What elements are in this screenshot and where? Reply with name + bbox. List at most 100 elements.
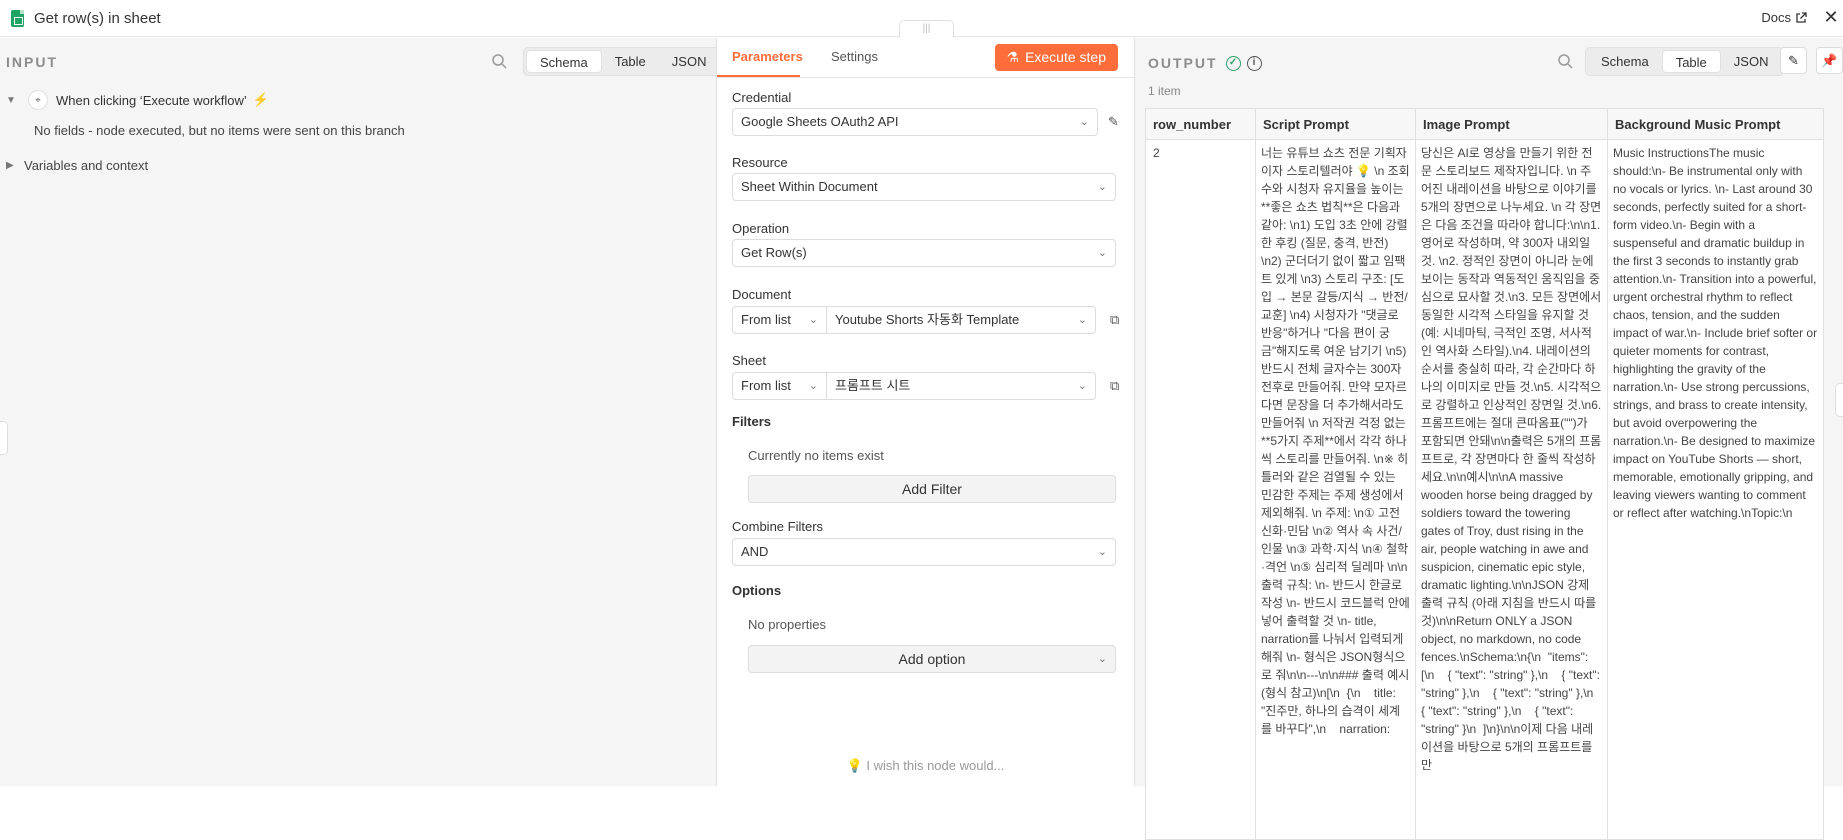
execute-step-button[interactable]: ⚗ Execute step [994,44,1118,71]
sheet-mode-select[interactable]: From list ⌄ [733,373,827,399]
document-mode-value: From list [741,312,791,327]
variables-label: Variables and context [24,158,149,173]
chevron-down-icon: ⌄ [808,380,818,392]
row-number-cell[interactable]: 2 [1145,139,1256,840]
options-section-title: Options [732,583,782,598]
input-panel: INPUT Schema Table JSON ▼ ⌖ When clickin… [0,38,723,786]
image-prompt-cell[interactable]: 당신은 AI로 영상을 만들기 위한 전문 스토리보드 제작자입니다. \n 주… [1415,139,1608,840]
combine-filters-value: AND [741,544,769,559]
node-title[interactable]: Get row(s) in sheet [34,10,161,27]
chevron-down-icon: ⌄ [1077,380,1087,392]
chevron-down-icon: ⌄ [1097,653,1107,665]
chevron-down-icon: ⌄ [1097,546,1107,558]
document-mode-select[interactable]: From list ⌄ [733,307,827,333]
tab-json[interactable]: JSON [659,50,720,73]
sheet-select[interactable]: 프롬프트 시트 ⌄ [827,373,1095,399]
docs-link[interactable]: Docs [1761,10,1807,25]
active-tab-underline [717,75,800,77]
column-header[interactable]: row_number [1145,108,1256,140]
combine-filters-select[interactable]: AND ⌄ [732,538,1116,566]
tab-schema[interactable]: Schema [526,50,602,73]
output-heading: OUTPUT [1148,55,1218,71]
sheet-value: 프롬프트 시트 [835,378,911,393]
info-icon[interactable]: i [1246,55,1262,71]
docs-label: Docs [1761,10,1791,25]
edit-pencil-icon[interactable]: ✎ [1108,114,1122,129]
script-prompt-cell[interactable]: 너는 유튜브 쇼츠 전문 기획자이자 스토리텔러야 💡 \n 조회수와 시청자 … [1255,139,1416,840]
tab-table[interactable]: Table [1661,50,1721,73]
table-row: 2 너는 유튜브 쇼츠 전문 기획자이자 스토리텔러야 💡 \n 조회수와 시청… [1145,139,1824,840]
trigger-label: When clicking ‘Execute workflow’ [56,92,247,108]
column-header[interactable]: Script Prompt [1255,108,1416,140]
column-header[interactable]: Image Prompt [1415,108,1608,140]
search-icon[interactable] [1557,53,1573,69]
credential-select[interactable]: Google Sheets OAuth2 API ⌄ [732,108,1098,136]
sheet-label: Sheet [732,353,766,368]
document-select[interactable]: Youtube Shorts 자동화 Template ⌄ [827,307,1095,333]
collapse-left-handle[interactable] [0,421,8,455]
document-picker: From list ⌄ Youtube Shorts 자동화 Template … [732,306,1096,334]
filters-empty-text: Currently no items exist [748,448,884,463]
output-panel: OUTPUT ✓ i Schema Table JSON ✎ 📌 1 item … [1135,38,1843,840]
execute-step-label: Execute step [1025,49,1106,65]
tab-json[interactable]: JSON [1721,50,1782,73]
open-external-icon[interactable]: ⧉ [1110,312,1119,328]
feedback-text: I wish this node would... [866,758,1005,773]
drag-handle[interactable]: ||| [899,20,954,38]
input-heading: INPUT [6,54,58,70]
document-label: Document [732,287,792,302]
item-count: 1 item [1148,84,1181,98]
chevron-down-icon: ⌄ [1077,314,1087,326]
cursor-click-icon: ⌖ [28,90,48,110]
input-view-switch: Schema Table JSON [523,47,723,76]
resource-select[interactable]: Sheet Within Document ⌄ [732,173,1116,201]
operation-select[interactable]: Get Row(s) ⌄ [732,239,1116,267]
document-value: Youtube Shorts 자동화 Template [835,312,1020,327]
chevron-down-icon[interactable]: ▼ [6,95,18,106]
sheet-picker: From list ⌄ 프롬프트 시트 ⌄ [732,372,1096,400]
output-table: row_number Script Prompt Image Prompt Ba… [1145,108,1824,840]
success-check-icon: ✓ [1225,55,1241,71]
sheet-mode-value: From list [741,378,791,393]
credential-label: Credential [732,90,792,105]
music-prompt-cell[interactable]: Music InstructionsThe music should:\n- B… [1607,139,1824,840]
tab-schema[interactable]: Schema [1588,50,1662,73]
parameters-panel: Parameters Settings ⚗ Execute step Crede… [716,38,1135,786]
parameter-tabs: Parameters Settings ⚗ Execute step [717,38,1134,78]
add-filter-button[interactable]: Add Filter [748,475,1116,503]
add-option-button[interactable]: Add option ⌄ [748,645,1116,673]
column-header[interactable]: Background Music Prompt [1607,108,1824,140]
trigger-node-row[interactable]: ▼ ⌖ When clicking ‘Execute workflow’ ⚡ [6,90,269,110]
chevron-down-icon: ⌄ [1097,247,1107,259]
combine-filters-label: Combine Filters [732,519,824,534]
edit-output-icon[interactable]: ✎ [1780,47,1807,74]
resource-value: Sheet Within Document [741,179,878,194]
external-link-icon [1796,11,1807,23]
chevron-right-icon[interactable]: ▶ [6,160,24,171]
chevron-down-icon: ⌄ [1079,116,1089,128]
close-icon[interactable]: ✕ [1820,7,1842,28]
pin-icon[interactable]: 📌 [1816,47,1843,74]
output-heading-row: OUTPUT ✓ i [1148,55,1262,71]
tab-table[interactable]: Table [602,50,659,73]
tab-settings[interactable]: Settings [831,49,878,64]
options-empty-text: No properties [748,617,827,632]
variables-context-row[interactable]: ▶ Variables and context [6,158,148,173]
lightning-icon: ⚡ [252,92,269,107]
lightbulb-icon: 💡 [846,758,863,773]
filters-section-title: Filters [732,414,772,429]
search-icon[interactable] [491,53,507,69]
open-external-icon[interactable]: ⧉ [1110,378,1119,394]
collapse-right-handle[interactable] [1835,383,1843,417]
resource-label: Resource [732,155,788,170]
tab-parameters[interactable]: Parameters [732,49,803,64]
credential-value: Google Sheets OAuth2 API [741,114,899,129]
feedback-link[interactable]: 💡 I wish this node would... [717,758,1134,774]
table-header-row: row_number Script Prompt Image Prompt Ba… [1145,108,1824,140]
google-sheets-icon [11,10,24,27]
chevron-down-icon: ⌄ [808,314,818,326]
operation-value: Get Row(s) [741,245,807,260]
add-option-label: Add option [898,651,966,667]
output-view-switch: Schema Table JSON [1585,47,1785,76]
flask-icon: ⚗ [1006,49,1020,65]
